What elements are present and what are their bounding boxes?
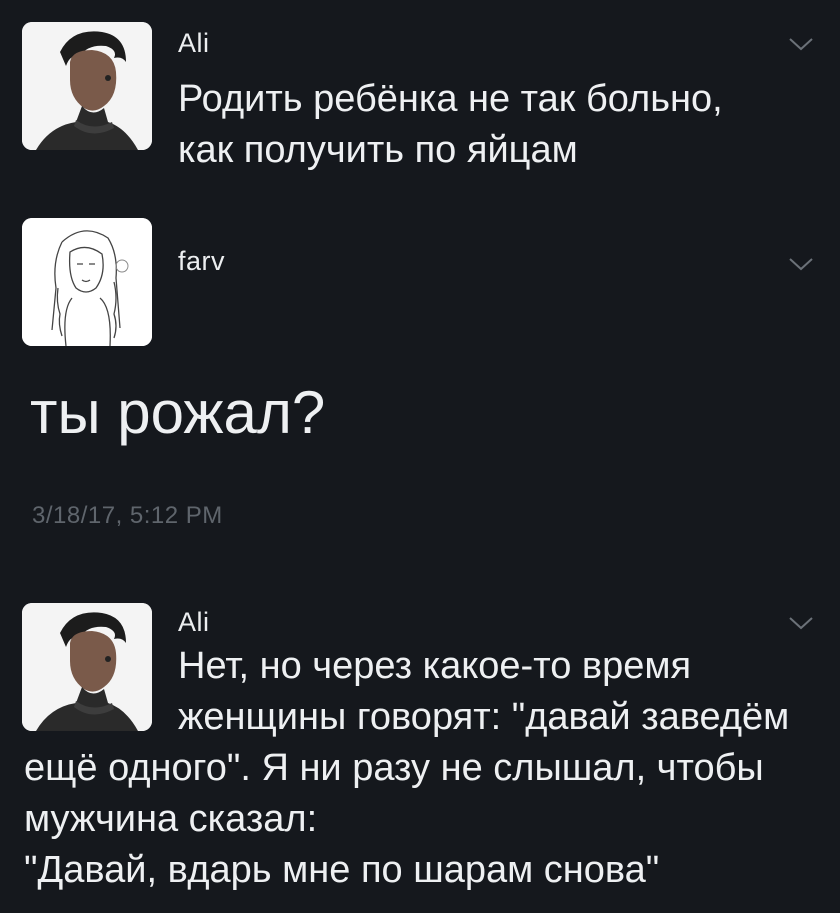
avatar[interactable] <box>22 22 152 150</box>
chevron-down-icon[interactable] <box>788 36 814 52</box>
person-icon <box>22 22 152 150</box>
tweet-text: Родить ребёнка не так больно, как получи… <box>178 78 723 171</box>
username[interactable]: Ali <box>178 607 210 638</box>
avatar[interactable] <box>22 603 152 731</box>
tweet-text: ещё одного". Я ни разу не слышал, чтобы … <box>24 747 764 891</box>
tweet-text-line: женщины говорят: "давай заведём <box>178 696 790 738</box>
chevron-down-icon[interactable] <box>788 615 814 631</box>
tweet[interactable]: Ali Нет, но через какое-то время женщины… <box>0 603 840 903</box>
avatar[interactable] <box>22 218 152 346</box>
tweet[interactable]: farv ты рожал? 3/18/17, 5:12 PM <box>0 218 840 538</box>
timestamp[interactable]: 3/18/17, 5:12 PM <box>32 502 223 530</box>
person-icon <box>22 603 152 731</box>
tweet[interactable]: Ali Родить ребёнка не так больно, как по… <box>0 22 840 172</box>
person-sketch-icon <box>22 218 152 346</box>
username[interactable]: farv <box>178 246 225 277</box>
tweet-text-line: Нет, но через какое-то время <box>178 645 692 687</box>
chevron-down-icon[interactable] <box>788 256 814 272</box>
tweet-text: ты рожал? <box>30 379 326 446</box>
username[interactable]: Ali <box>178 28 210 59</box>
